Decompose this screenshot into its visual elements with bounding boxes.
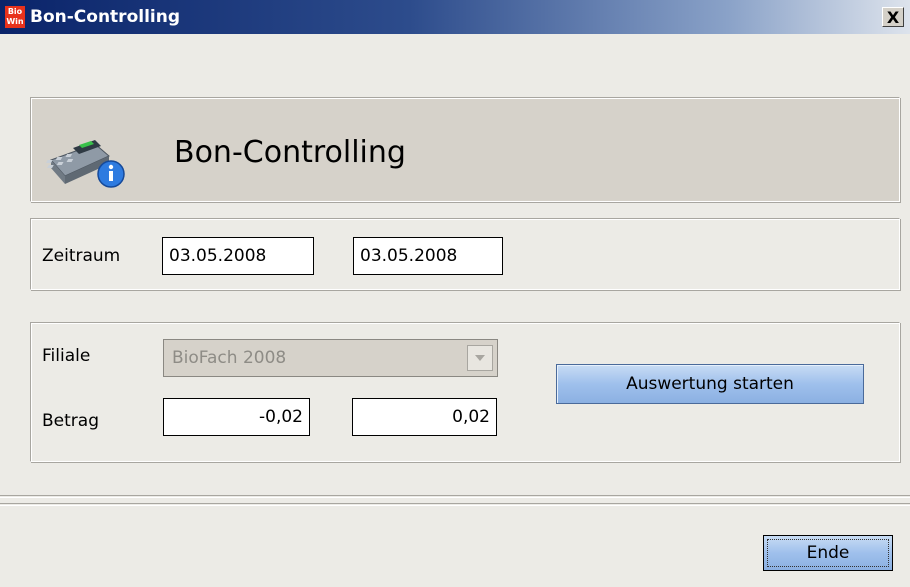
header-panel: Bon-Controlling xyxy=(30,97,900,202)
logo-text-bottom: Win xyxy=(6,17,24,26)
close-button[interactable]: X xyxy=(882,7,904,27)
betrag-from-field[interactable]: -0,02 xyxy=(163,398,310,436)
logo-text-top: Bio xyxy=(7,7,23,16)
biowin-logo-icon: Bio Win xyxy=(5,6,25,28)
focus-rectangle xyxy=(767,539,889,567)
zeitraum-from-field[interactable]: 03.05.2008 xyxy=(162,237,314,275)
filiale-select-value: BioFach 2008 xyxy=(172,348,287,368)
title-bar: Bio Win Bon-Controlling X xyxy=(0,0,910,34)
betrag-to-field[interactable]: 0,02 xyxy=(352,398,497,436)
auswertung-starten-button[interactable]: Auswertung starten xyxy=(556,364,864,404)
dropdown-arrow-button[interactable] xyxy=(467,345,493,371)
zeitraum-to-field[interactable]: 03.05.2008 xyxy=(353,237,503,275)
filiale-select[interactable]: BioFach 2008 xyxy=(163,339,498,377)
ende-button[interactable]: Ende xyxy=(763,535,893,571)
filiale-label: Filiale xyxy=(42,346,91,366)
divider xyxy=(0,505,910,506)
divider xyxy=(0,495,910,496)
divider xyxy=(0,497,910,498)
page-title: Bon-Controlling xyxy=(174,135,406,170)
zeitraum-label: Zeitraum xyxy=(42,246,121,266)
divider xyxy=(0,503,910,504)
cash-register-info-icon xyxy=(45,140,125,188)
window-title: Bon-Controlling xyxy=(30,7,180,27)
chevron-down-icon xyxy=(475,355,485,361)
betrag-label: Betrag xyxy=(42,411,99,431)
